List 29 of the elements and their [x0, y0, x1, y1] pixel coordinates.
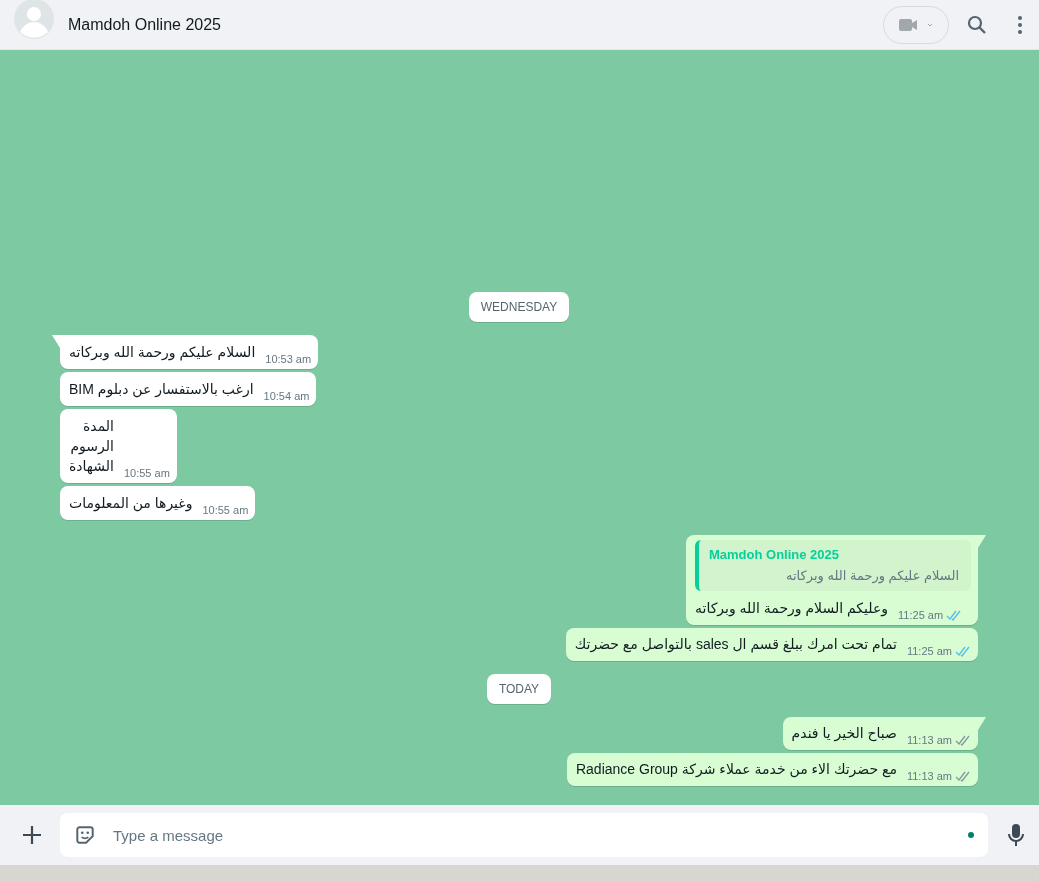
menu-icon[interactable] — [1017, 14, 1023, 35]
message-time: 11:13 am — [906, 734, 952, 746]
microphone-icon[interactable] — [1008, 823, 1024, 847]
message-time: 10:54 am — [263, 390, 310, 402]
message-text: تمام تحت امرك ببلغ قسم ال sales بالتواصل مع حضرتك — [574, 635, 897, 654]
search-icon[interactable] — [967, 14, 987, 35]
message-text: صباح الخير يا فندم — [791, 724, 897, 743]
quote-text: السلام عليكم ورحمة الله وبركاته — [785, 568, 959, 583]
message-time: 10:55 am — [202, 504, 249, 516]
message-time: 11:25 am — [906, 645, 952, 657]
status-dot-icon — [968, 832, 974, 838]
message-text: مع حضرتك الاء من خدمة عملاء شركة Radiance Group — [575, 760, 897, 779]
message-time: 11:25 am — [898, 609, 944, 621]
chat-title[interactable]: Mamdoh Online 2025 — [68, 15, 221, 34]
message-text: المدة الرسوم الشهادة — [69, 417, 114, 476]
date-divider: TODAY — [486, 674, 552, 704]
message-composer-field[interactable]: Type a message — [60, 813, 988, 857]
message-text: السلام عليكم ورحمة الله وبركاته — [69, 343, 256, 362]
message-text: وعليكم السلام ورحمة الله وبركاته — [695, 599, 889, 618]
quote-author: Mamdoh Online 2025 — [709, 547, 841, 562]
date-divider: WEDNESDAY — [468, 292, 570, 322]
plus-icon[interactable] — [22, 825, 42, 845]
message-time: 11:13 am — [906, 770, 952, 782]
message-text: ارغب بالاستفسار عن دبلوم BIM — [69, 380, 254, 399]
message-time: 10:53 am — [265, 353, 312, 365]
message-text: وغيرها من المعلومات — [69, 494, 193, 513]
message-time: 10:55 am — [123, 467, 170, 479]
video-camera-icon — [899, 17, 933, 32]
sticker-icon[interactable] — [74, 824, 96, 846]
